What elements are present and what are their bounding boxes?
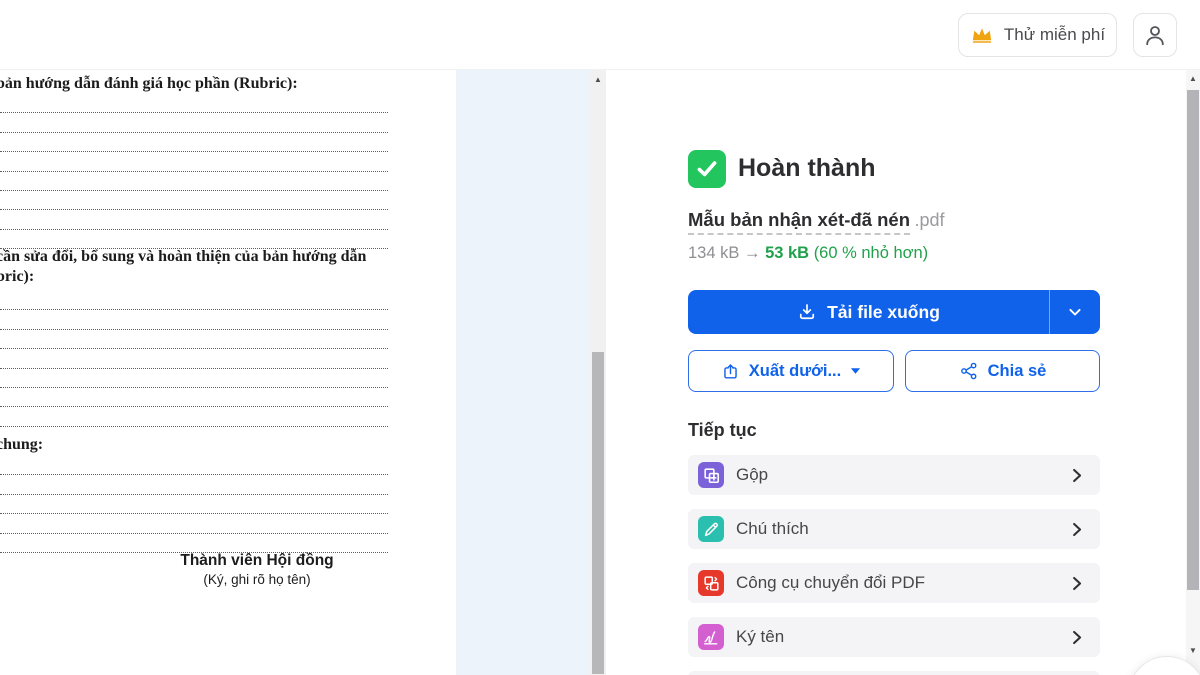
tool-row-3[interactable]: Công cụ chuyển đổi PDF bbox=[688, 563, 1100, 603]
tool-label: Chú thích bbox=[736, 519, 1067, 539]
app-window: Thử miễn phí bản hướng dẫn đánh giá học … bbox=[0, 0, 1200, 675]
sign-icon bbox=[698, 624, 724, 650]
size-after: 53 kB bbox=[765, 244, 809, 262]
compression-summary: 134 kB → 53 kB (60 % nhỏ hơn) bbox=[688, 244, 928, 263]
share-nodes-icon bbox=[959, 361, 979, 381]
scroll-down-icon[interactable]: ▼ bbox=[1186, 646, 1200, 655]
next-tool-row-partial[interactable] bbox=[688, 671, 1100, 675]
pdf-preview-area: bản hướng dẫn đánh giá học phần (Rubric)… bbox=[0, 70, 606, 675]
export-as-button[interactable]: Xuất dưới... bbox=[688, 350, 894, 392]
chevron-right-icon bbox=[1067, 628, 1086, 647]
status-title: Hoàn thành bbox=[738, 154, 876, 183]
file-name[interactable]: Mẫu bản nhận xét-đã nén bbox=[688, 209, 910, 235]
continue-heading: Tiếp tục bbox=[688, 420, 757, 441]
result-panel: Hoàn thành Mẫu bản nhận xét-đã nén .pdf … bbox=[606, 70, 1186, 675]
page-scrollbar[interactable]: ▲ bbox=[1186, 70, 1200, 675]
caret-down-icon bbox=[850, 367, 861, 375]
share-button[interactable]: Chia sẻ bbox=[905, 350, 1100, 392]
doc-heading-general: chung: bbox=[0, 436, 43, 454]
scroll-up-icon[interactable]: ▲ bbox=[1186, 72, 1200, 86]
success-check-icon bbox=[688, 150, 726, 188]
signature-note: (Ký, ghi rõ họ tên) bbox=[132, 572, 382, 587]
top-bar: Thử miễn phí bbox=[0, 0, 1200, 70]
download-options-button[interactable] bbox=[1050, 290, 1100, 334]
tool-label: Công cụ chuyển đổi PDF bbox=[736, 573, 1067, 593]
try-free-button[interactable]: Thử miễn phí bbox=[958, 13, 1117, 57]
file-extension: .pdf bbox=[914, 210, 944, 230]
download-label: Tải file xuống bbox=[827, 302, 940, 323]
page-scrollbar-thumb[interactable] bbox=[1187, 90, 1199, 590]
dotted-lines-group bbox=[0, 291, 388, 427]
chevron-right-icon bbox=[1067, 466, 1086, 485]
dotted-lines-group bbox=[0, 94, 388, 249]
export-as-label: Xuất dưới... bbox=[749, 362, 841, 381]
tool-row-1[interactable]: Gộp bbox=[688, 455, 1100, 495]
tool-row-2[interactable]: Chú thích bbox=[688, 509, 1100, 549]
doc-heading-rubric: bản hướng dẫn đánh giá học phần (Rubric)… bbox=[0, 75, 298, 93]
doc-heading-revision: cần sửa đổi, bổ sung và hoàn thiện của b… bbox=[0, 248, 366, 266]
dotted-lines-group bbox=[0, 456, 388, 553]
download-button[interactable]: Tải file xuống bbox=[688, 290, 1050, 334]
preview-scrollbar[interactable]: ▲ bbox=[590, 70, 606, 675]
tool-label: Ký tên bbox=[736, 627, 1067, 647]
doc-heading-revision-2: bric): bbox=[0, 268, 34, 286]
export-icon bbox=[721, 362, 740, 381]
try-free-label: Thử miễn phí bbox=[1004, 25, 1105, 45]
person-icon bbox=[1142, 22, 1168, 48]
annotate-icon bbox=[698, 516, 724, 542]
scroll-up-icon[interactable]: ▲ bbox=[590, 73, 606, 87]
tool-label: Gộp bbox=[736, 465, 1067, 485]
chevron-right-icon bbox=[1067, 520, 1086, 539]
chevron-down-icon bbox=[1065, 302, 1085, 322]
file-line: Mẫu bản nhận xét-đã nén .pdf bbox=[688, 209, 945, 231]
signature-title: Thành viên Hội đồng bbox=[132, 552, 382, 570]
signature-block: Thành viên Hội đồng (Ký, ghi rõ họ tên) bbox=[132, 552, 382, 587]
size-note: (60 % nhỏ hơn) bbox=[814, 244, 928, 262]
merge-icon bbox=[698, 462, 724, 488]
account-button[interactable] bbox=[1133, 13, 1177, 57]
arrow-right-icon: → bbox=[744, 244, 761, 262]
share-label: Chia sẻ bbox=[988, 362, 1047, 381]
download-split-button: Tải file xuống bbox=[688, 290, 1100, 334]
preview-scrollbar-thumb[interactable] bbox=[592, 352, 604, 674]
crown-icon bbox=[970, 23, 994, 47]
convert-icon bbox=[698, 570, 724, 596]
tool-row-4[interactable]: Ký tên bbox=[688, 617, 1100, 657]
size-before: 134 kB bbox=[688, 244, 739, 262]
pdf-page: bản hướng dẫn đánh giá học phần (Rubric)… bbox=[0, 70, 456, 675]
download-icon bbox=[797, 302, 817, 322]
chevron-right-icon bbox=[1067, 574, 1086, 593]
